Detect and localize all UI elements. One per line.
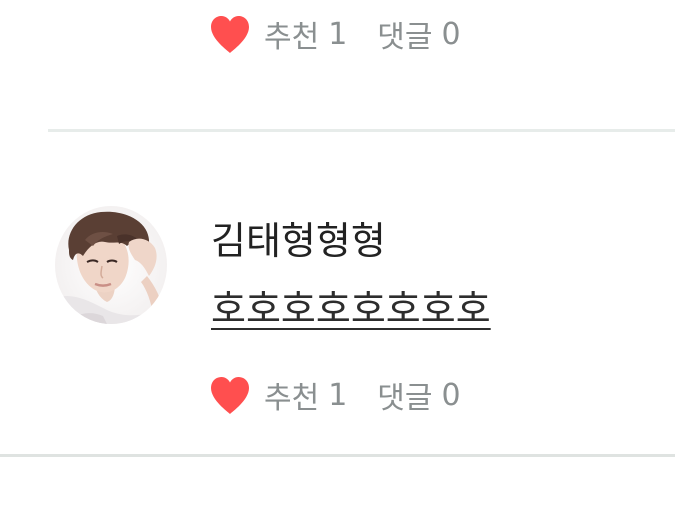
comment-count: 0 bbox=[441, 377, 461, 413]
comment-stats-row: 추천 1 댓글 0 bbox=[208, 374, 461, 416]
avatar[interactable] bbox=[55, 206, 167, 324]
divider bbox=[48, 129, 675, 132]
top-comment-button[interactable]: 댓글 0 bbox=[377, 12, 460, 56]
heart-icon bbox=[211, 377, 249, 414]
comment-label: 댓글 bbox=[377, 381, 433, 416]
comment-like-button[interactable]: 추천 1 bbox=[208, 373, 347, 417]
top-stats-row: 추천 1 댓글 0 bbox=[208, 13, 461, 55]
divider bbox=[0, 454, 675, 457]
comment-text[interactable]: 호호호호호호호호 bbox=[211, 278, 491, 333]
comment-reply-button[interactable]: 댓글 0 bbox=[377, 373, 460, 417]
user-avatar-image bbox=[55, 206, 167, 324]
top-like-button[interactable]: 추천 1 bbox=[208, 12, 347, 56]
like-count: 1 bbox=[328, 16, 348, 52]
like-label: 추천 bbox=[264, 20, 320, 55]
comment-label: 댓글 bbox=[377, 20, 433, 55]
like-label: 추천 bbox=[264, 381, 320, 416]
author-name[interactable]: 김태형형형 bbox=[211, 210, 386, 265]
heart-icon bbox=[211, 16, 249, 53]
like-count: 1 bbox=[328, 377, 348, 413]
comment-count: 0 bbox=[441, 16, 461, 52]
